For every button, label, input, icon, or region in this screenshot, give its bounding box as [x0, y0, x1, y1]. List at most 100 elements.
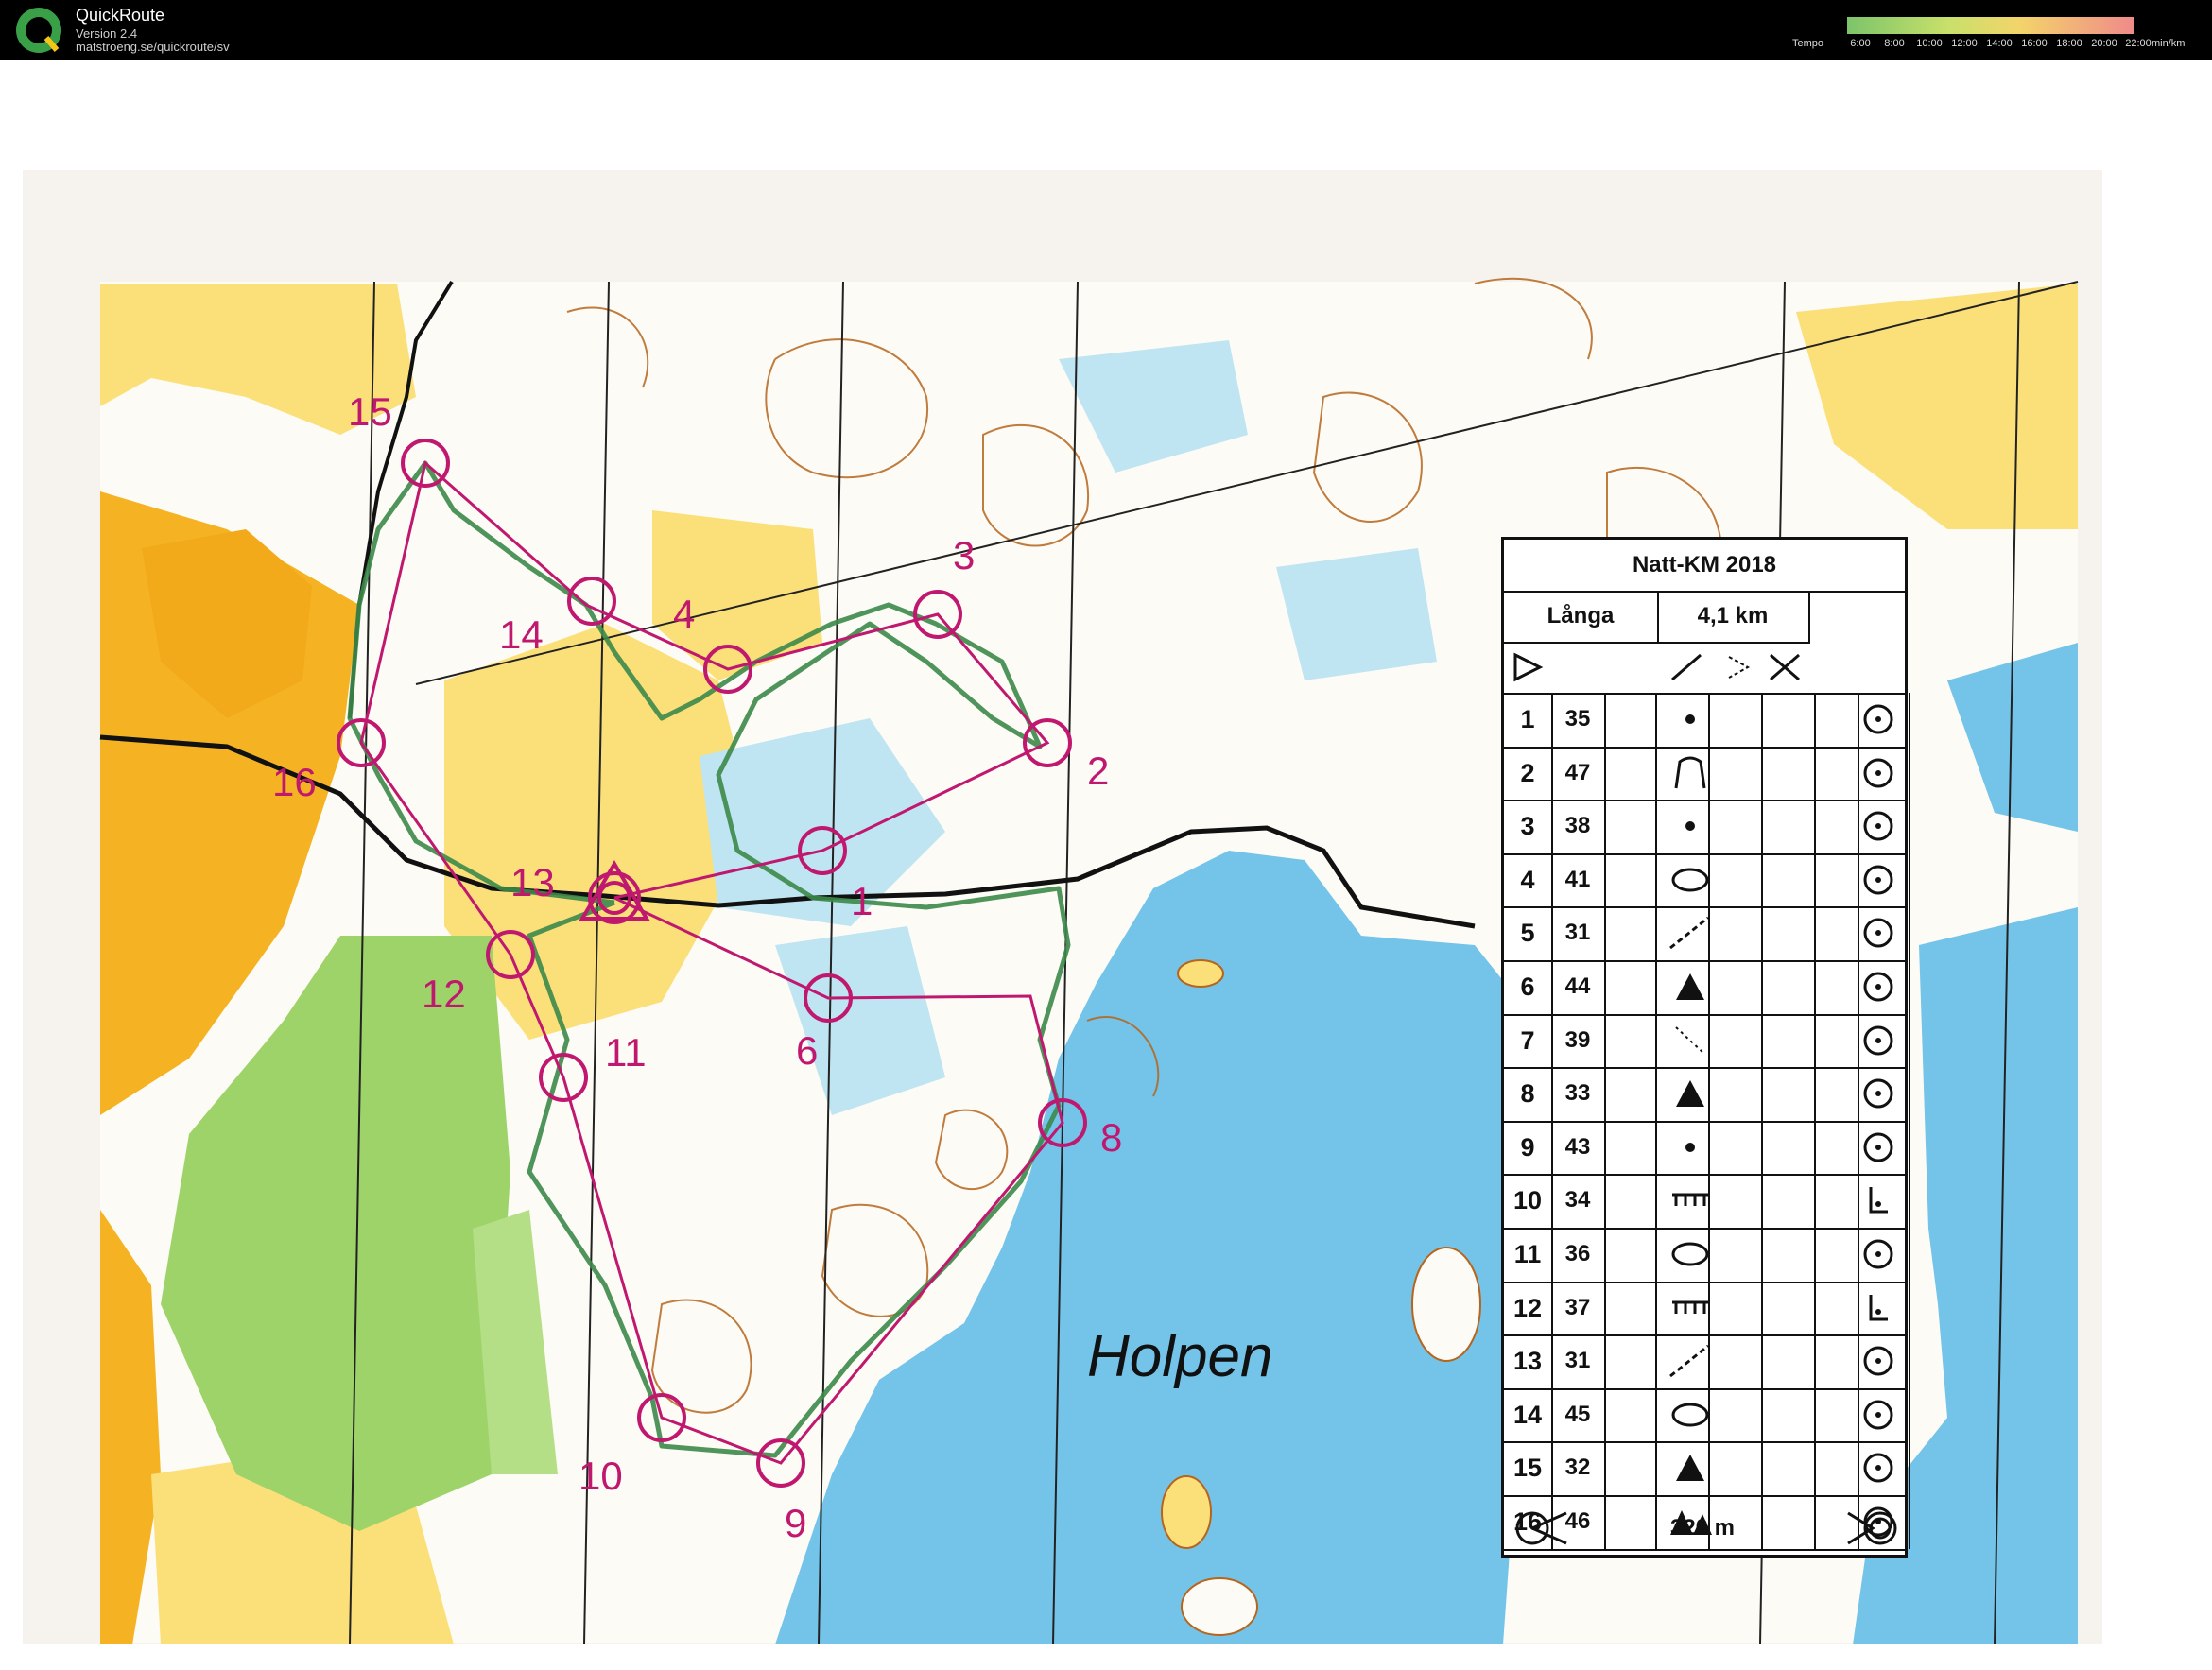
description-cell	[1710, 1013, 1763, 1068]
control-sequence-number: 6	[1504, 960, 1553, 1014]
description-cell	[1710, 1174, 1763, 1228]
control-code: 39	[1551, 1013, 1606, 1068]
description-cell	[1710, 693, 1763, 747]
location-icon	[1863, 1400, 1893, 1430]
control-row: 3 38	[1504, 800, 1910, 855]
control-number-15: 15	[348, 389, 392, 434]
control-code: 32	[1551, 1441, 1606, 1495]
control-row: 14 45	[1504, 1387, 1910, 1444]
control-sequence-number: 2	[1504, 746, 1553, 801]
location-icon	[1863, 972, 1893, 1002]
path-fork-icon	[1669, 917, 1709, 950]
description-cell	[1604, 1228, 1657, 1282]
location-icon	[1863, 865, 1893, 895]
control-number-2: 2	[1087, 749, 1109, 793]
orienteering-map[interactable]: 1 2 3 4 6 8 9 10 11 12 13 14 15 16 Holpe…	[0, 60, 2212, 1670]
description-cell	[1806, 1334, 1859, 1388]
description-cell	[1806, 960, 1859, 1014]
description-cell	[1604, 1120, 1657, 1175]
control-code: 37	[1551, 1281, 1606, 1335]
app-version: Version 2.4	[76, 26, 138, 41]
control-sequence-number: 10	[1504, 1174, 1553, 1228]
location-icon	[1863, 758, 1893, 788]
description-cell	[1604, 1334, 1657, 1388]
control-description-sheet: Natt-KM 2018 Långa 4,1 km 1 35 2 47 3 38 4 41 5 3…	[1501, 537, 1910, 1558]
finish-distance: 320 m	[1669, 1515, 1736, 1541]
control-code: 45	[1551, 1387, 1606, 1442]
description-cell	[1604, 960, 1657, 1014]
location-icon	[1863, 1132, 1893, 1162]
control-code: 31	[1551, 906, 1606, 960]
lake-name-label: Holpen	[1087, 1324, 1272, 1389]
control-row: 9 43	[1504, 1120, 1910, 1177]
description-cell	[1806, 906, 1859, 960]
control-row: 15 32	[1504, 1441, 1910, 1497]
control-sequence-number: 8	[1504, 1067, 1553, 1121]
course-class: Långa	[1504, 591, 1659, 644]
control-number-10: 10	[579, 1454, 623, 1498]
description-cell	[1604, 1441, 1657, 1495]
control-row: 8 33	[1504, 1067, 1910, 1123]
ellipse-icon	[1671, 868, 1709, 892]
island	[1181, 1577, 1258, 1636]
description-cell	[1604, 800, 1657, 853]
finish-start-icon	[1515, 1511, 1567, 1545]
dot-icon	[1685, 821, 1695, 832]
road-crossing-icon	[1671, 653, 1800, 681]
description-cell	[1604, 1281, 1657, 1335]
description-cell	[1806, 800, 1859, 853]
control-number-13: 13	[510, 860, 555, 904]
app-name: QuickRoute	[76, 6, 165, 25]
tempo-color-scale	[1847, 17, 2134, 34]
control-row: 13 31	[1504, 1334, 1910, 1390]
control-row: 1 35	[1504, 693, 1910, 749]
description-cell	[1806, 693, 1859, 747]
control-code: 41	[1551, 852, 1606, 907]
description-cell	[1710, 1441, 1763, 1495]
control-code: 35	[1551, 693, 1606, 747]
control-sequence-number: 5	[1504, 906, 1553, 960]
control-row: 2 47	[1504, 746, 1910, 802]
tempo-tick: 18:00	[2056, 38, 2082, 49]
control-code: 38	[1551, 800, 1606, 853]
tempo-unit: min/km	[2152, 38, 2186, 49]
description-cell	[1710, 1334, 1763, 1388]
control-sequence-number: 15	[1504, 1441, 1553, 1495]
description-cell	[1710, 1228, 1763, 1282]
control-sequence-number: 13	[1504, 1334, 1553, 1388]
control-code: 34	[1551, 1174, 1606, 1228]
island	[1177, 959, 1224, 988]
app-titlebar: QuickRoute Version 2.4 matstroeng.se/qui…	[0, 0, 2212, 60]
description-cell	[1710, 1120, 1763, 1175]
control-number-12: 12	[422, 972, 466, 1016]
control-code: 36	[1551, 1228, 1606, 1282]
description-cell	[1710, 906, 1763, 960]
control-code: 33	[1551, 1067, 1606, 1121]
description-cell	[1710, 746, 1763, 801]
location-icon	[1863, 704, 1893, 734]
dot-icon	[1685, 1142, 1695, 1152]
location-icon	[1869, 1187, 1888, 1214]
description-cell	[1806, 746, 1859, 801]
control-number-8: 8	[1100, 1115, 1122, 1160]
control-sequence-number: 4	[1504, 852, 1553, 907]
event-title: Natt-KM 2018	[1504, 540, 1905, 593]
description-cell	[1604, 852, 1657, 907]
triangle-arrow-right-icon	[1676, 1080, 1704, 1108]
location-icon	[1863, 1025, 1893, 1056]
island	[1411, 1247, 1481, 1362]
description-cell	[1806, 1281, 1859, 1335]
control-row: 10 34	[1504, 1174, 1910, 1230]
location-icon	[1863, 918, 1893, 948]
description-cell	[1604, 1067, 1657, 1121]
start-triangle-icon	[1513, 652, 1544, 682]
control-row: 6 44	[1504, 960, 1910, 1016]
location-icon	[1863, 1453, 1893, 1483]
ellipse-icon	[1671, 1403, 1709, 1427]
control-number-1: 1	[851, 879, 873, 923]
description-cell	[1710, 1281, 1763, 1335]
location-icon	[1863, 1239, 1893, 1269]
tempo-tick: 22:00	[2125, 38, 2152, 49]
description-cell	[1806, 1120, 1859, 1175]
quickroute-logo-icon	[16, 8, 61, 53]
